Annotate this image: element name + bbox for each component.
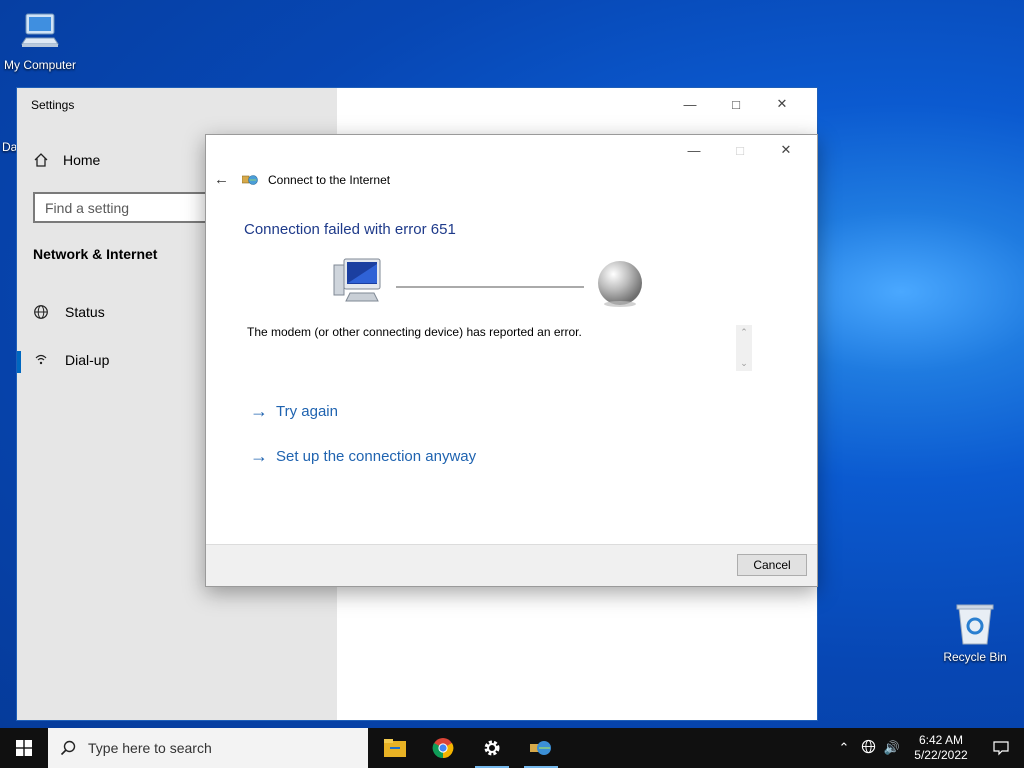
taskbar-search-input[interactable]: Type here to search: [48, 728, 368, 768]
section-heading: Network & Internet: [33, 246, 158, 262]
globe-icon: [34, 305, 48, 319]
file-explorer-icon: [384, 739, 406, 757]
internet-globe-icon: [598, 261, 642, 307]
connection-graphic: [333, 258, 642, 307]
dialog-maximize-button: □: [736, 142, 744, 158]
sidebar-item-dialup[interactable]: Dial-up: [16, 351, 110, 373]
chevron-up-icon[interactable]: ⌃: [832, 740, 856, 756]
sidebar-item-label: Status: [65, 304, 105, 320]
nav-home-label: Home: [63, 152, 101, 168]
my-computer-desktop-icon[interactable]: My Computer: [0, 10, 80, 72]
sidebar-item-label: Dial-up: [65, 352, 110, 368]
settings-window-title: Settings: [31, 98, 75, 112]
settings-window-controls: — □ ✕: [667, 96, 805, 112]
try-again-link[interactable]: → Try again: [250, 401, 338, 422]
scroll-up-icon[interactable]: ⌃: [740, 327, 748, 338]
chrome-icon: [432, 738, 454, 759]
clock-date: 5/22/2022: [914, 748, 968, 762]
my-computer-label: My Computer: [3, 58, 77, 72]
message-scrollbar[interactable]: ⌃ ⌄: [736, 325, 752, 371]
scroll-down-icon[interactable]: ⌄: [740, 358, 748, 369]
start-button[interactable]: [0, 728, 48, 768]
dialup-icon: [35, 354, 47, 365]
dialog-minimize-button[interactable]: —: [671, 142, 717, 158]
network-globe-icon[interactable]: [856, 739, 880, 757]
notification-icon: [993, 741, 1009, 756]
search-icon: [60, 740, 76, 756]
dialog-footer: Cancel: [206, 544, 817, 586]
taskbar: Type here to search ⌃ 🔊 6:42 AM 5/22/202…: [0, 728, 1024, 768]
computer-icon: [21, 13, 59, 47]
taskbar-clock[interactable]: 6:42 AM 5/22/2022: [904, 733, 978, 763]
volume-icon[interactable]: 🔊: [880, 740, 904, 756]
recycle-bin-icon: [956, 604, 994, 645]
dialog-window-controls: — □ ✕: [671, 142, 809, 158]
home-icon: [34, 153, 48, 167]
recycle-bin-desktop-icon[interactable]: Recycle Bin: [935, 602, 1015, 664]
close-button[interactable]: ✕: [759, 96, 805, 112]
settings-search-placeholder: Find a setting: [45, 200, 130, 216]
taskbar-app-connect[interactable]: [518, 728, 564, 768]
setup-anyway-link[interactable]: → Set up the connection anyway: [250, 446, 476, 467]
clock-time: 6:42 AM: [918, 733, 964, 747]
try-again-label: Try again: [276, 403, 338, 420]
connect-dialog: — □ ✕ ← Connect to the Internet Connecti…: [205, 134, 818, 587]
dialog-header: ← Connect to the Internet: [214, 171, 390, 188]
connect-internet-icon: [242, 174, 258, 185]
computer-icon: [333, 258, 381, 302]
taskbar-app-chrome[interactable]: [420, 728, 466, 768]
taskbar-search-placeholder: Type here to search: [88, 740, 212, 756]
taskbar-app-file-explorer[interactable]: [372, 728, 418, 768]
dialog-error-heading: Connection failed with error 651: [244, 221, 456, 238]
error-message: The modem (or other connecting device) h…: [247, 325, 582, 339]
taskbar-app-settings[interactable]: [469, 728, 515, 768]
minimize-button[interactable]: —: [667, 96, 713, 112]
dialog-close-button[interactable]: ✕: [763, 142, 809, 158]
nav-home[interactable]: Home: [33, 152, 100, 168]
notifications-button[interactable]: [978, 740, 1024, 756]
recycle-bin-label: Recycle Bin: [943, 650, 1007, 664]
arrow-right-icon: →: [250, 446, 268, 466]
system-tray: ⌃ 🔊 6:42 AM 5/22/2022: [832, 728, 1024, 768]
setup-anyway-label: Set up the connection anyway: [276, 448, 477, 465]
cancel-button[interactable]: Cancel: [737, 554, 807, 576]
dialog-title: Connect to the Internet: [268, 172, 391, 187]
back-arrow-icon[interactable]: ←: [214, 171, 232, 188]
arrow-right-icon: →: [250, 401, 268, 421]
settings-gear-icon: [484, 740, 500, 756]
connect-internet-icon: [530, 741, 551, 755]
maximize-button[interactable]: □: [713, 96, 759, 112]
sidebar-item-status[interactable]: Status: [33, 304, 105, 320]
windows-logo-icon: [16, 740, 32, 756]
